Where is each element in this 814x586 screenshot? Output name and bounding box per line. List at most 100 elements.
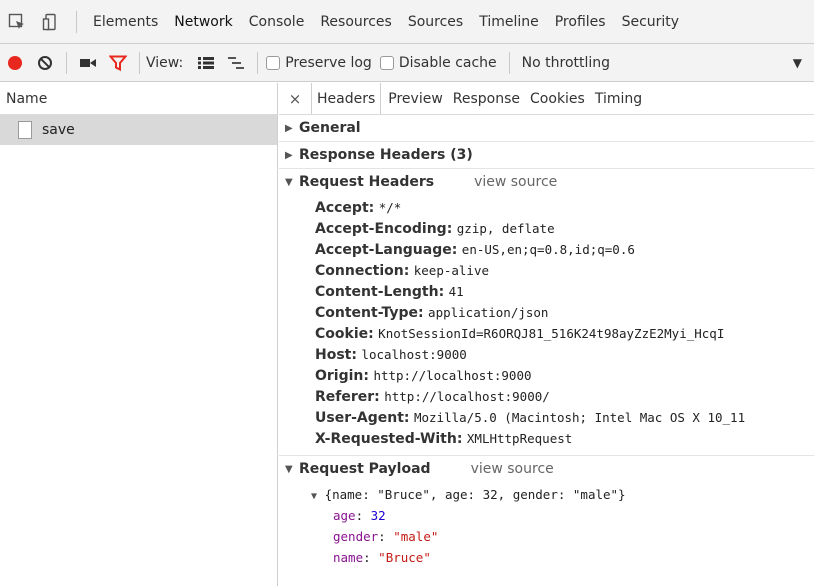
header-value: http://localhost:9000/ — [384, 389, 550, 404]
header-value: 41 — [448, 284, 464, 299]
view-source-link[interactable]: view source — [474, 174, 557, 190]
general-title: General — [299, 120, 361, 136]
payload-tree: ▼ {name: "Bruce", age: 32, gender: "male… — [279, 482, 814, 576]
detail-tab-bar: × Headers Preview Response Cookies Timin… — [279, 83, 814, 115]
property-key: age — [333, 508, 356, 523]
triangle-right-icon: ▶ — [285, 122, 293, 134]
header-name: Accept-Language: — [315, 242, 458, 258]
capture-screenshots-button[interactable] — [73, 44, 103, 82]
devtools-tab-bar: Elements Network Console Resources Sourc… — [0, 0, 814, 44]
header-row: Accept: */* — [315, 197, 814, 218]
view-label: View: — [146, 54, 184, 71]
disable-cache-toggle[interactable]: Disable cache — [379, 54, 497, 71]
header-name: User-Agent: — [315, 410, 410, 426]
property-value: "Bruce" — [378, 550, 431, 565]
close-icon[interactable]: × — [279, 83, 311, 114]
property-key: name — [333, 550, 364, 565]
record-button[interactable] — [0, 44, 30, 82]
header-value: */* — [378, 200, 402, 215]
header-row: Origin: http://localhost:9000 — [315, 365, 814, 386]
triangle-right-icon: ▶ — [285, 149, 293, 161]
header-value: en-US,en;q=0.8,id;q=0.6 — [461, 242, 635, 257]
tab-profiles[interactable]: Profiles — [547, 0, 614, 44]
header-name: X-Requested-With: — [315, 431, 463, 447]
tab-headers[interactable]: Headers — [311, 83, 382, 114]
payload-object-summary[interactable]: ▼ {name: "Bruce", age: 32, gender: "male… — [311, 484, 814, 505]
record-icon — [8, 55, 22, 70]
filter-icon — [109, 55, 127, 71]
divider — [257, 51, 259, 74]
filter-button[interactable] — [103, 44, 133, 82]
tab-sources[interactable]: Sources — [400, 0, 471, 44]
tab-preview[interactable]: Preview — [383, 83, 448, 114]
device-mode-icon[interactable] — [34, 0, 68, 44]
overview-button[interactable] — [221, 44, 251, 82]
request-list: Name save — [0, 83, 278, 586]
large-request-rows-button[interactable] — [191, 44, 221, 82]
tab-timing[interactable]: Timing — [590, 83, 647, 114]
header-row: Content-Type: application/json — [315, 302, 814, 323]
payload-property: age: 32 — [333, 508, 386, 523]
header-value: Mozilla/5.0 (Macintosh; Intel Mac OS X 1… — [413, 410, 746, 425]
header-row: Cookie: KnotSessionId=R6ORQJ81_516K24t98… — [315, 323, 814, 344]
preserve-log-toggle[interactable]: Preserve log — [266, 55, 372, 71]
tab-console[interactable]: Console — [241, 0, 313, 44]
divider — [66, 51, 67, 74]
property-value: "male" — [393, 529, 439, 544]
request-details: × Headers Preview Response Cookies Timin… — [279, 83, 814, 586]
clear-button[interactable] — [30, 44, 60, 82]
header-value: localhost:9000 — [361, 347, 467, 362]
preserve-log-label: Preserve log — [285, 54, 372, 71]
request-payload-section-header[interactable]: ▼ Request Payload view source — [279, 456, 814, 482]
disable-cache-label: Disable cache — [398, 54, 497, 71]
disable-cache-checkbox[interactable] — [379, 55, 394, 70]
header-name: Referer: — [315, 389, 380, 405]
header-row: X-Requested-With: XMLHttpRequest — [315, 428, 814, 449]
document-icon — [18, 121, 32, 139]
tab-elements[interactable]: Elements — [85, 0, 166, 44]
request-payload-title: Request Payload — [299, 461, 431, 477]
list-view-icon — [198, 56, 215, 69]
dropdown-arrow-icon: ▼ — [792, 55, 802, 70]
divider — [139, 51, 140, 74]
header-value: XMLHttpRequest — [466, 431, 573, 446]
divider — [76, 10, 77, 33]
throttling-select[interactable]: No throttling ▼ — [516, 55, 814, 71]
request-name: save — [42, 122, 75, 138]
request-row[interactable]: save — [0, 115, 277, 145]
header-value: KnotSessionId=R6ORQJ81_516K24t98ayZzE2My… — [378, 326, 725, 341]
general-section: ▶ General — [279, 115, 814, 142]
tab-security[interactable]: Security — [614, 0, 688, 44]
header-name: Content-Length: — [315, 284, 445, 300]
response-headers-section-header[interactable]: ▶ Response Headers (3) — [279, 142, 814, 168]
payload-property: name: "Bruce" — [333, 550, 431, 565]
inspect-element-icon[interactable] — [0, 0, 34, 44]
header-row: Content-Length: 41 — [315, 281, 814, 302]
request-headers-section-header[interactable]: ▼ Request Headers view source — [279, 169, 814, 195]
request-headers-section: ▼ Request Headers view source Accept: */… — [279, 169, 814, 456]
tab-network[interactable]: Network — [166, 0, 240, 44]
network-toolbar: View: Preserve log Disable cache No thro… — [0, 44, 814, 82]
request-headers-title: Request Headers — [299, 174, 435, 190]
divider — [508, 51, 510, 74]
tab-timeline[interactable]: Timeline — [471, 0, 547, 44]
tab-resources[interactable]: Resources — [312, 0, 400, 44]
response-headers-section: ▶ Response Headers (3) — [279, 142, 814, 169]
header-value: keep-alive — [413, 263, 490, 278]
view-source-link[interactable]: view source — [471, 461, 554, 477]
header-value: http://localhost:9000 — [373, 368, 532, 383]
triangle-down-icon: ▼ — [285, 463, 293, 475]
preserve-log-checkbox[interactable] — [266, 55, 281, 70]
payload-summary-text: {name: "Bruce", age: 32, gender: "male"} — [324, 487, 626, 502]
header-name: Origin: — [315, 368, 369, 384]
name-column-header[interactable]: Name — [0, 83, 277, 115]
header-name: Accept: — [315, 200, 375, 216]
payload-property: gender: "male" — [333, 529, 439, 544]
general-section-header[interactable]: ▶ General — [279, 115, 814, 141]
triangle-down-icon: ▼ — [285, 176, 293, 188]
tab-cookies[interactable]: Cookies — [525, 83, 590, 114]
tab-response[interactable]: Response — [448, 83, 525, 114]
header-name: Cookie: — [315, 326, 374, 342]
waterfall-icon — [228, 56, 245, 69]
header-row: Referer: http://localhost:9000/ — [315, 386, 814, 407]
